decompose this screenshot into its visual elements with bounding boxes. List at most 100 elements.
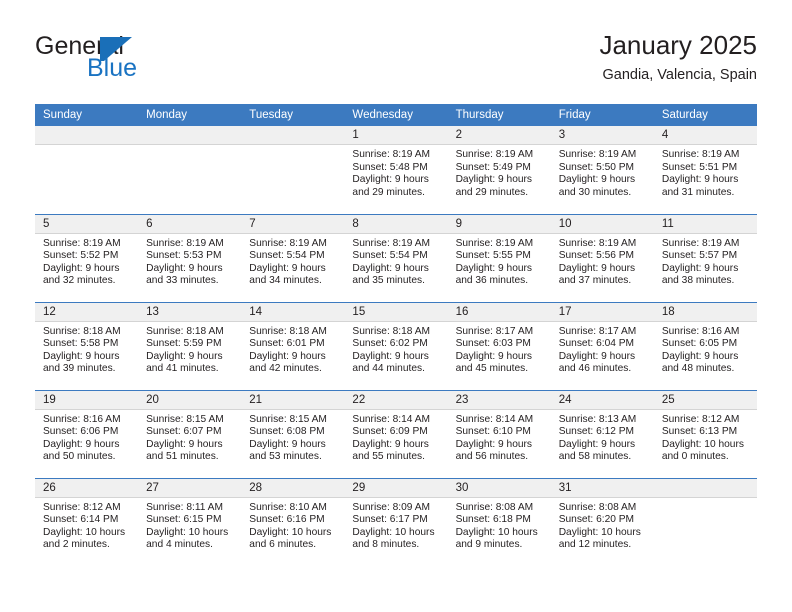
calendar-day-cell[interactable]: 26 Sunrise: 8:12 AM Sunset: 6:14 PM Dayligh…	[35, 477, 139, 566]
sunset-text: Sunset: 5:50 PM	[558, 161, 635, 173]
daylight-text-line1: Daylight: 10 hours	[455, 526, 538, 538]
sunrise-text: Sunrise: 8:16 AM	[661, 325, 740, 337]
calendar-day-cell[interactable]: 28 Sunrise: 8:10 AM Sunset: 6:16 PM Dayligh…	[241, 477, 345, 566]
sunrise-text: Sunrise: 8:18 AM	[146, 325, 224, 337]
calendar-day-cell[interactable]: 8 Sunrise: 8:19 AM Sunset: 5:54 PM Daylight…	[344, 213, 448, 302]
sunset-text: Sunset: 5:54 PM	[249, 250, 325, 262]
calendar-day-cell[interactable]: 9 Sunrise: 8:19 AM Sunset: 5:55 PM Daylight…	[447, 213, 551, 302]
sunrise-text: Sunrise: 8:17 AM	[558, 325, 637, 337]
daylight-text-line1: Daylight: 10 hours	[146, 526, 229, 538]
sunset-text: Sunset: 6:04 PM	[558, 338, 635, 350]
calendar-day-cell[interactable]: 29 Sunrise: 8:09 AM Sunset: 6:17 PM Dayligh…	[344, 477, 448, 566]
daylight-text-line1: Daylight: 9 hours	[558, 262, 636, 274]
sunrise-text: Sunrise: 8:19 AM	[661, 149, 740, 160]
calendar-day-cell[interactable]: 25 Sunrise: 8:12 AM Sunset: 6:13 PM Dayligh…	[653, 389, 757, 478]
calendar-day-cell[interactable]: 12 Sunrise: 8:18 AM Sunset: 5:58 PM Dayligh…	[35, 301, 139, 390]
daylight-text-line2: and 48 minutes.	[661, 363, 735, 375]
sun-info: Sunrise: 8:12 AM Sunset: 6:14 PM Daylight:…	[35, 498, 138, 552]
sunrise-text: Sunrise: 8:19 AM	[352, 237, 431, 249]
sun-info: Sunrise: 8:19 AM Sunset: 5:56 PM Daylight:…	[551, 234, 654, 288]
calendar-day-cell[interactable]: 23 Sunrise: 8:14 AM Sunset: 6:10 PM Dayligh…	[447, 389, 551, 478]
calendar-day-cell[interactable]: 15 Sunrise: 8:18 AM Sunset: 6:02 PM Dayligh…	[344, 301, 448, 390]
sunrise-text: Sunrise: 8:12 AM	[661, 413, 740, 425]
sun-info: Sunrise: 8:19 AM Sunset: 5:50 PM Daylight:…	[551, 145, 654, 199]
calendar-day-cell[interactable]: 5 Sunrise: 8:19 AM Sunset: 5:52 PM Daylight…	[35, 213, 139, 302]
daylight-text-line2: and 38 minutes.	[661, 275, 735, 287]
calendar-day-cell[interactable]: 24 Sunrise: 8:13 AM Sunset: 6:12 PM Dayligh…	[550, 389, 654, 478]
day-number: 27	[138, 478, 242, 498]
daylight-text-line2: and 32 minutes.	[43, 275, 116, 287]
calendar-day-cell[interactable]: 14 Sunrise: 8:18 AM Sunset: 6:01 PM Dayligh…	[241, 301, 345, 390]
calendar-day-cell[interactable]: 2 Sunrise: 8:19 AM Sunset: 5:49 PM Daylight…	[447, 126, 551, 214]
sun-info: Sunrise: 8:18 AM Sunset: 5:59 PM Daylight:…	[138, 322, 241, 376]
calendar-day-cell[interactable]: 18 Sunrise: 8:16 AM Sunset: 6:05 PM Dayligh…	[653, 301, 757, 390]
sunset-text: Sunset: 6:01 PM	[249, 338, 325, 350]
calendar-day-cell[interactable]: 6 Sunrise: 8:19 AM Sunset: 5:53 PM Daylight…	[138, 213, 242, 302]
sunrise-text: Sunrise: 8:18 AM	[43, 325, 121, 337]
calendar-body: 1 Sunrise: 8:19 AM Sunset: 5:48 PM Daylight…	[35, 126, 757, 566]
sunrise-text: Sunrise: 8:19 AM	[455, 149, 534, 160]
sun-info: Sunrise: 8:18 AM Sunset: 5:58 PM Daylight:…	[35, 322, 138, 376]
sunrise-text: Sunrise: 8:18 AM	[249, 325, 327, 337]
calendar-week-row: 5 Sunrise: 8:19 AM Sunset: 5:52 PM Daylight…	[35, 213, 757, 302]
sun-info: Sunrise: 8:19 AM Sunset: 5:53 PM Daylight:…	[138, 234, 241, 288]
daylight-text-line1: Daylight: 10 hours	[249, 526, 332, 538]
sun-info: Sunrise: 8:16 AM Sunset: 6:06 PM Daylight:…	[35, 410, 138, 464]
day-number: 29	[344, 478, 448, 498]
calendar-day-cell[interactable]: 17 Sunrise: 8:17 AM Sunset: 6:04 PM Dayligh…	[550, 301, 654, 390]
day-number: 21	[241, 390, 345, 410]
sunset-text: Sunset: 6:05 PM	[661, 338, 738, 350]
calendar-day-cell[interactable]: 3 Sunrise: 8:19 AM Sunset: 5:50 PM Daylight…	[550, 126, 654, 214]
day-number: 30	[447, 478, 551, 498]
sun-info: Sunrise: 8:17 AM Sunset: 6:04 PM Daylight:…	[551, 322, 654, 376]
sun-info: Sunrise: 8:09 AM Sunset: 6:17 PM Daylight:…	[344, 498, 447, 552]
calendar-day-cell[interactable]: 21 Sunrise: 8:15 AM Sunset: 6:08 PM Dayligh…	[241, 389, 345, 478]
calendar-day-cell[interactable]: 13 Sunrise: 8:18 AM Sunset: 5:59 PM Dayligh…	[138, 301, 242, 390]
day-number: 26	[35, 478, 139, 498]
calendar-day-cell-empty	[241, 126, 345, 214]
calendar-day-cell[interactable]: 27 Sunrise: 8:11 AM Sunset: 6:15 PM Dayligh…	[138, 477, 242, 566]
sunset-text: Sunset: 6:18 PM	[455, 514, 531, 526]
day-number: 12	[35, 302, 139, 322]
sunrise-text: Sunrise: 8:15 AM	[146, 413, 224, 425]
calendar-day-cell-empty	[35, 126, 139, 214]
sunset-text: Sunset: 5:53 PM	[146, 250, 222, 262]
sunset-text: Sunset: 6:07 PM	[146, 426, 222, 438]
calendar-day-cell[interactable]: 11 Sunrise: 8:19 AM Sunset: 5:57 PM Dayligh…	[653, 213, 757, 302]
calendar-day-cell[interactable]: 20 Sunrise: 8:15 AM Sunset: 6:07 PM Dayligh…	[138, 389, 242, 478]
calendar-day-cell[interactable]: 22 Sunrise: 8:14 AM Sunset: 6:09 PM Dayligh…	[344, 389, 448, 478]
daylight-text-line2: and 41 minutes.	[146, 363, 219, 375]
daylight-text-line2: and 50 minutes.	[43, 451, 116, 463]
sunrise-text: Sunrise: 8:09 AM	[352, 501, 431, 513]
daylight-text-line1: Daylight: 9 hours	[352, 262, 429, 274]
weekday-header-saturday: Saturday	[653, 104, 757, 126]
calendar-day-cell[interactable]: 4 Sunrise: 8:19 AM Sunset: 5:51 PM Daylight…	[653, 126, 757, 214]
daylight-text-line2: and 29 minutes.	[455, 186, 529, 198]
sunset-text: Sunset: 5:54 PM	[352, 250, 428, 262]
sunrise-text: Sunrise: 8:19 AM	[43, 237, 121, 249]
day-number: 31	[550, 478, 654, 498]
daylight-text-line2: and 0 minutes.	[661, 451, 729, 463]
calendar-day-cell[interactable]: 30 Sunrise: 8:08 AM Sunset: 6:18 PM Dayligh…	[447, 477, 551, 566]
daylight-text-line1: Daylight: 9 hours	[43, 262, 120, 274]
sunset-text: Sunset: 5:58 PM	[43, 338, 119, 350]
day-number: 15	[344, 302, 448, 322]
daylight-text-line1: Daylight: 9 hours	[352, 174, 429, 186]
weekday-header-sunday: Sunday	[35, 104, 139, 126]
daylight-text-line1: Daylight: 9 hours	[43, 350, 120, 362]
calendar-page: General Blue January 2025 Gandia, Valenc…	[0, 0, 792, 612]
page-subtitle-location: Gandia, Valencia, Spain	[602, 67, 757, 83]
sunset-text: Sunset: 6:17 PM	[352, 514, 428, 526]
calendar-day-cell[interactable]: 31 Sunrise: 8:08 AM Sunset: 6:20 PM Dayligh…	[550, 477, 654, 566]
calendar-day-cell[interactable]: 1 Sunrise: 8:19 AM Sunset: 5:48 PM Daylight…	[344, 126, 448, 214]
sun-info: Sunrise: 8:11 AM Sunset: 6:15 PM Daylight:…	[138, 498, 241, 552]
calendar-week-row: 1 Sunrise: 8:19 AM Sunset: 5:48 PM Daylight…	[35, 126, 757, 214]
day-number	[241, 126, 345, 145]
calendar-day-cell[interactable]: 7 Sunrise: 8:19 AM Sunset: 5:54 PM Daylight…	[241, 213, 345, 302]
calendar-day-cell[interactable]: 19 Sunrise: 8:16 AM Sunset: 6:06 PM Dayligh…	[35, 389, 139, 478]
sunset-text: Sunset: 6:12 PM	[558, 426, 635, 438]
daylight-text-line2: and 29 minutes.	[352, 186, 425, 198]
weekday-header-monday: Monday	[138, 104, 242, 126]
calendar-day-cell[interactable]: 16 Sunrise: 8:17 AM Sunset: 6:03 PM Dayligh…	[447, 301, 551, 390]
calendar-day-cell[interactable]: 10 Sunrise: 8:19 AM Sunset: 5:56 PM Dayligh…	[550, 213, 654, 302]
